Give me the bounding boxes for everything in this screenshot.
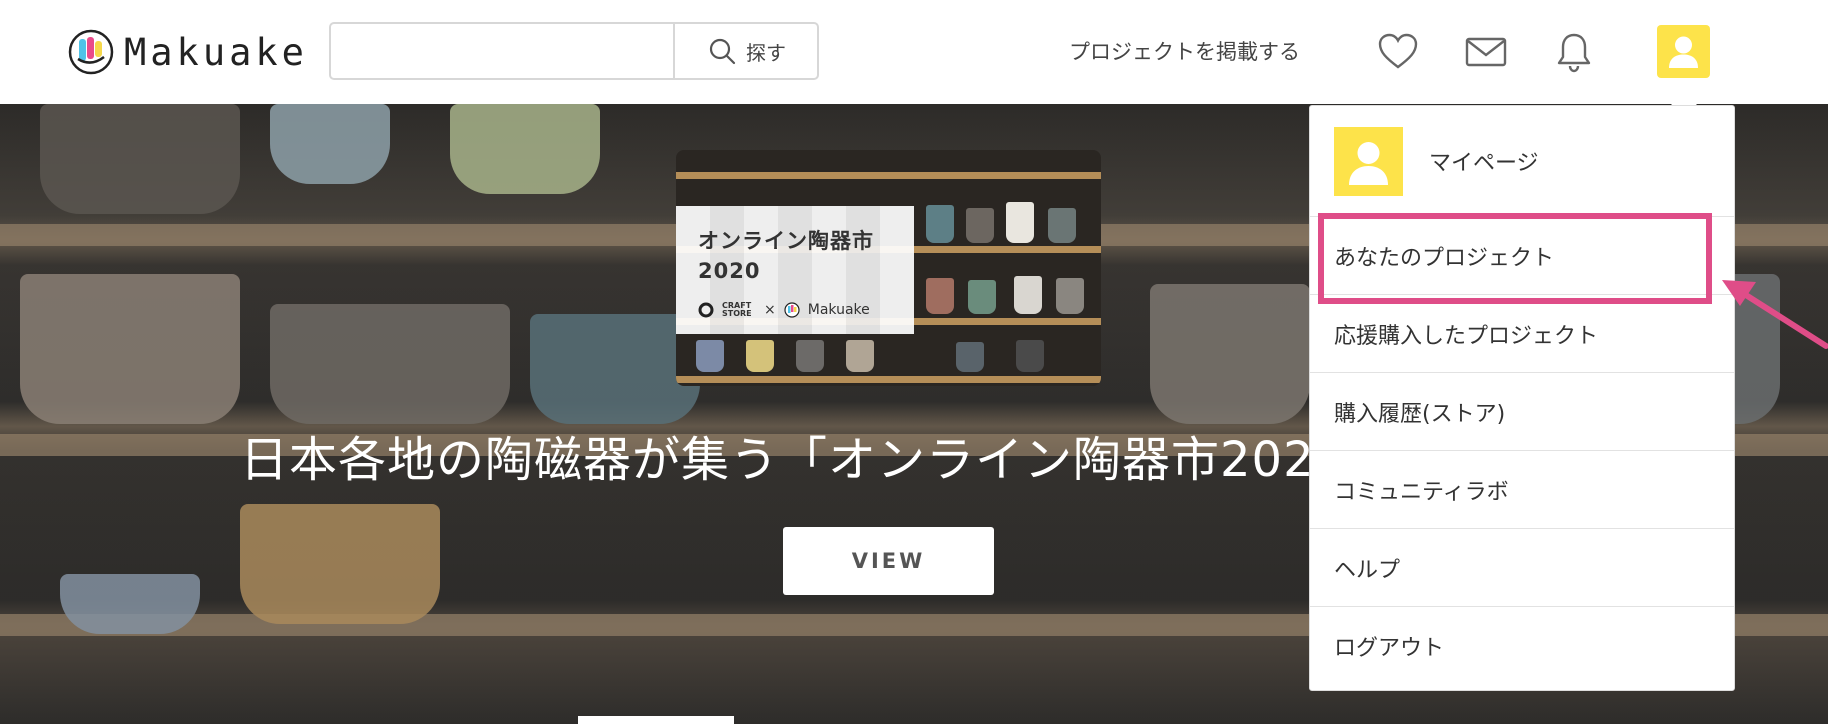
banner-pot xyxy=(1016,340,1044,372)
menu-item-purchase-history[interactable]: 購入履歴(ストア) xyxy=(1310,372,1734,450)
post-project-link[interactable]: プロジェクトを掲載する xyxy=(1069,36,1300,66)
dropdown-caret xyxy=(1670,92,1698,106)
banner-pot xyxy=(1006,202,1034,243)
carousel-indicator[interactable] xyxy=(578,716,734,724)
site-header: Makuake 探す プロジェクトを掲載する xyxy=(0,0,1828,104)
banner-shelf xyxy=(676,376,1101,383)
logo-text: Makuake xyxy=(124,30,308,74)
user-avatar-icon xyxy=(1349,141,1388,185)
pot-image xyxy=(270,104,390,184)
makuake-small-logo-icon xyxy=(784,302,800,318)
banner-pot xyxy=(746,340,774,372)
user-avatar-icon xyxy=(1669,36,1698,68)
search-box: 探す xyxy=(329,22,819,80)
user-avatar-button[interactable] xyxy=(1657,25,1710,78)
menu-item-help[interactable]: ヘルプ xyxy=(1310,528,1734,606)
banner-title: オンライン陶器市 2020 xyxy=(698,229,874,283)
craft-store-label: CRAFT STORE xyxy=(722,301,752,318)
search-icon xyxy=(709,38,736,65)
user-menu-dropdown: マイページ あなたのプロジェクト 応援購入したプロジェクト 購入履歴(ストア) … xyxy=(1309,105,1735,691)
banner-card: オンライン陶器市 2020 CRAFT STORE × Makuake xyxy=(676,206,914,334)
pot-image xyxy=(1150,284,1310,424)
mail-icon[interactable] xyxy=(1464,30,1508,74)
pot-image xyxy=(20,274,240,424)
avatar xyxy=(1334,126,1403,196)
banner-pot xyxy=(1056,278,1084,314)
pot-image xyxy=(530,314,700,424)
banner-pot xyxy=(1014,276,1042,314)
bell-icon[interactable] xyxy=(1552,30,1596,74)
hero-title[interactable]: 日本各地の陶磁器が集う「オンライン陶器市2020」 xyxy=(240,420,1395,490)
banner-pot xyxy=(796,340,824,372)
menu-item-community-lab[interactable]: コミュニティラボ xyxy=(1310,450,1734,528)
mypage-label: マイページ xyxy=(1429,151,1539,176)
menu-item-supported-projects[interactable]: 応援購入したプロジェクト xyxy=(1310,294,1734,372)
menu-item-mypage[interactable]: マイページ xyxy=(1310,106,1734,216)
highlight-box xyxy=(1318,213,1712,304)
banner-pot xyxy=(966,208,994,243)
pot-image xyxy=(40,104,240,214)
banner-logos: CRAFT STORE × Makuake xyxy=(698,302,870,318)
pot-image xyxy=(240,504,440,624)
hero-banner-image[interactable]: オンライン陶器市 2020 CRAFT STORE × Makuake xyxy=(676,150,1101,386)
heart-icon[interactable] xyxy=(1376,30,1420,74)
makuake-logo-icon xyxy=(68,29,114,75)
banner-pot xyxy=(1048,208,1076,243)
view-button[interactable]: VIEW xyxy=(783,527,994,595)
banner-pot xyxy=(968,280,996,314)
annotation-arrow-icon xyxy=(1722,280,1828,349)
pot-image xyxy=(60,574,200,634)
search-button[interactable]: 探す xyxy=(673,24,819,78)
banner-pot xyxy=(926,205,954,243)
craft-store-logo-icon xyxy=(698,302,714,318)
banner-times: × xyxy=(764,302,776,318)
banner-pot xyxy=(696,340,724,372)
banner-pot xyxy=(846,340,874,372)
banner-makuake-label: Makuake xyxy=(807,302,870,318)
banner-pot xyxy=(926,278,954,314)
makuake-logo[interactable]: Makuake xyxy=(68,28,308,76)
search-button-label: 探す xyxy=(746,40,786,65)
menu-item-logout[interactable]: ログアウト xyxy=(1310,606,1734,684)
search-input[interactable] xyxy=(331,24,673,78)
pot-image xyxy=(270,304,510,424)
pot-image xyxy=(450,104,600,194)
banner-shelf xyxy=(676,172,1101,179)
banner-pot xyxy=(956,342,984,372)
